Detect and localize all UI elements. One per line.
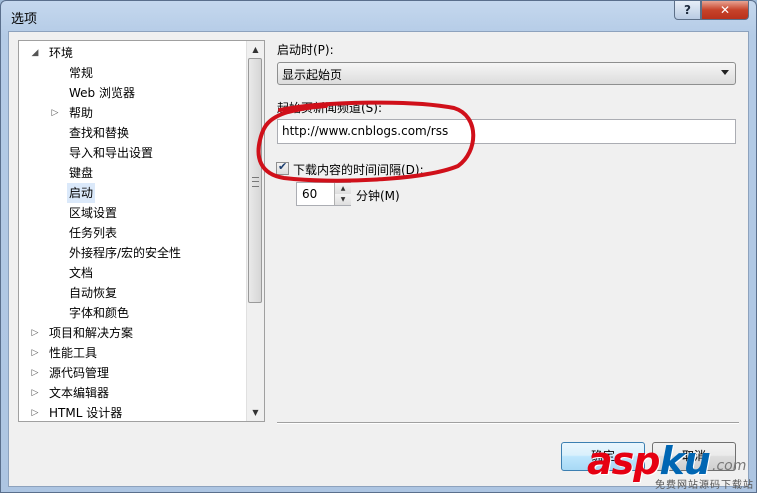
scroll-up-icon[interactable]: ▲ — [247, 41, 264, 58]
tree-item-label: 查找和替换 — [69, 126, 130, 140]
window-title: 选项 — [11, 12, 38, 27]
separator — [277, 422, 739, 424]
dialog-client: ◢ 环境常规 Web 浏览器 ▷ 帮助查找和替换导入和导出设置 键盘启动区域设置任务列表外… — [8, 31, 749, 487]
tree-item-label: 常规 — [69, 66, 94, 80]
tree-item-label: 键盘 — [69, 166, 94, 180]
at-startup-value: 显示起始页 — [282, 68, 343, 82]
scroll-down-icon[interactable]: ▼ — [247, 404, 264, 421]
options-dialog: 选项 ? ✕ ◢ 环境常规 Web 浏览器 ▷ 帮助查找和替换导入和导出设置 键盘启动区域… — [0, 0, 757, 493]
options-tree: ◢ 环境常规 Web 浏览器 ▷ 帮助查找和替换导入和导出设置 键盘启动区域设置任务列表外… — [18, 40, 265, 422]
help-button[interactable]: ? — [674, 1, 701, 20]
download-checkbox[interactable]: ✔ — [276, 160, 289, 175]
tree-item-label: 帮助 — [69, 106, 94, 120]
collapsed-arrow-icon[interactable]: ▷ — [29, 383, 41, 403]
collapsed-arrow-icon[interactable]: ▷ — [29, 403, 41, 421]
collapsed-arrow-icon[interactable]: ▷ — [29, 323, 41, 343]
news-channel-label: 起始页新闻频道(S): — [277, 101, 383, 115]
collapsed-arrow-icon[interactable]: ▷ — [29, 343, 41, 363]
news-channel-value: http://www.cnblogs.com/rss — [282, 124, 449, 138]
interval-stepper[interactable]: 60 ▲ ▼ — [296, 182, 351, 206]
news-channel-input[interactable]: http://www.cnblogs.com/rss — [277, 119, 736, 144]
tree-item-label: 区域设置 — [69, 206, 118, 220]
collapsed-arrow-icon[interactable]: ▷ — [49, 103, 61, 123]
interval-value: 60 — [302, 187, 318, 201]
interval-unit-label: 分钟(M) — [356, 189, 400, 203]
tree-item-label: 项目和解决方案 — [49, 326, 134, 340]
title-bar[interactable]: 选项 ? ✕ — [1, 1, 756, 31]
download-checkbox-label[interactable]: 下载内容的时间间隔(D): — [293, 161, 424, 178]
tree-item-label: 环境 — [49, 46, 74, 60]
tree-item-label: 自动恢复 — [69, 286, 118, 300]
collapsed-arrow-icon[interactable]: ▷ — [29, 363, 41, 383]
tree-scrollbar[interactable]: ▲ ▼ — [246, 41, 264, 421]
checkmark-icon: ✔ — [278, 160, 288, 173]
tree-item-label: 文档 — [69, 266, 94, 280]
tree-item-label: 外接程序/宏的安全性 — [69, 246, 182, 260]
cancel-button[interactable]: 取消 — [652, 442, 736, 471]
expanded-arrow-icon[interactable]: ◢ — [29, 43, 41, 63]
at-startup-dropdown[interactable]: 显示起始页 — [277, 62, 736, 85]
at-startup-label: 启动时(P): — [277, 43, 334, 57]
grip-icon — [252, 177, 259, 187]
tree-item-label: 源代码管理 — [49, 366, 110, 380]
tree-item-label: 性能工具 — [49, 346, 98, 360]
ok-button[interactable]: 确定 — [561, 442, 645, 471]
tree-item-label: 导入和导出设置 — [69, 146, 154, 160]
tree-item-label: 启动 — [67, 183, 96, 203]
tree-item-label: 任务列表 — [69, 226, 118, 240]
tree-item-label: 字体和颜色 — [69, 306, 130, 320]
scroll-thumb[interactable] — [248, 58, 262, 303]
chevron-down-icon — [721, 70, 729, 75]
tree-item-label: Web 浏览器 — [69, 86, 135, 100]
spin-down-icon[interactable]: ▼ — [334, 194, 351, 205]
tree-item-label: HTML 设计器 — [49, 406, 123, 420]
close-button[interactable]: ✕ — [701, 1, 749, 20]
tree-item-label: 文本编辑器 — [49, 386, 110, 400]
